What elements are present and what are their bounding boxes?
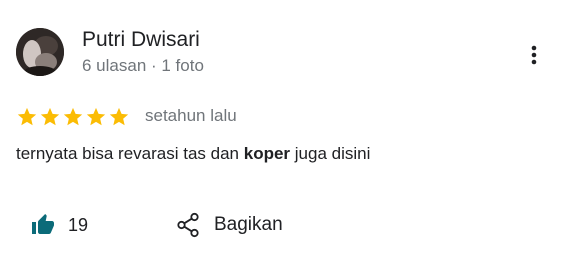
star-rating <box>16 106 130 128</box>
star-icon <box>40 107 60 126</box>
avatar[interactable] <box>16 28 64 76</box>
star-icon <box>86 107 106 126</box>
more-options-button[interactable] <box>521 40 547 70</box>
review-text: ternyata bisa revarasi tas dan koper jug… <box>16 142 370 166</box>
review-text-highlight: koper <box>243 144 291 163</box>
review-text-part: juga disini <box>290 144 371 163</box>
review-date: setahun lalu <box>145 106 237 125</box>
share-label: Bagikan <box>214 214 283 235</box>
star-icon <box>109 107 129 126</box>
star-icon <box>63 107 83 126</box>
share-button[interactable]: Bagikan <box>176 210 283 240</box>
reviewer-meta[interactable]: 6 ulasan · 1 foto <box>82 55 204 77</box>
like-button[interactable]: 19 <box>30 210 88 240</box>
review-card: Putri Dwisari 6 ulasan · 1 foto setahun … <box>0 0 583 258</box>
like-count: 19 <box>68 214 89 235</box>
review-text-part: ternyata bisa revarasi tas dan <box>16 144 244 163</box>
share-icon <box>177 212 199 238</box>
more-vertical-icon <box>531 45 537 65</box>
thumbs-up-icon <box>32 214 54 234</box>
avatar-photo-icon <box>16 28 64 76</box>
star-icon <box>17 107 37 126</box>
reviewer-name[interactable]: Putri Dwisari <box>82 27 200 53</box>
